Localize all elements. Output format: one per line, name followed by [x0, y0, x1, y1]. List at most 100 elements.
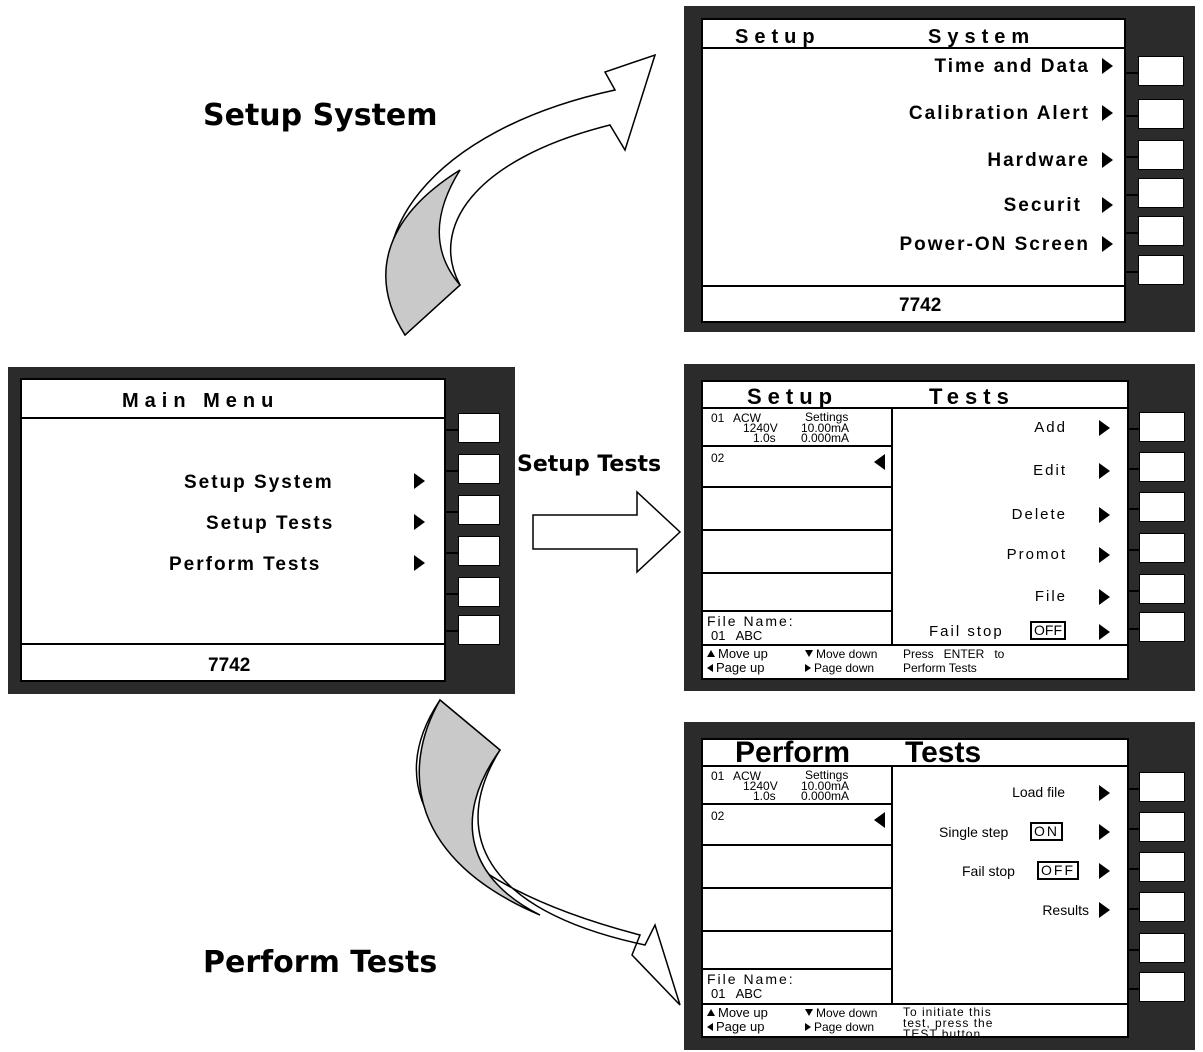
file-name-value: 01 ABC [711, 986, 763, 1001]
setup-system-title-right: System [928, 26, 1036, 48]
label-setup-system: Setup System [203, 98, 438, 133]
menu-item-setup-system[interactable]: Setup System [184, 472, 334, 494]
label-setup-tests: Setup Tests [517, 452, 662, 477]
softkey-2[interactable] [1138, 99, 1184, 129]
main-menu-screen: Main Menu Setup System Setup Tests Perfo… [20, 378, 446, 682]
softkey-5[interactable] [1138, 216, 1184, 246]
help-move-down: Move down [805, 648, 877, 660]
arrow-right-icon [414, 555, 425, 571]
arrow-right-icon [1102, 105, 1113, 121]
softkey-6[interactable] [1139, 612, 1185, 642]
file-name-value: 01 ABC [711, 628, 763, 643]
step2-num: 02 [711, 451, 725, 465]
help-page-up: Page up [707, 661, 764, 674]
single-step-label: Single step [939, 824, 1009, 840]
menu-item-load-file[interactable]: Load file [1012, 784, 1065, 800]
fail-stop-label: Fail stop [962, 863, 1015, 879]
help-line-1: Press ENTER to [903, 647, 1005, 661]
step2-num: 02 [711, 809, 725, 823]
arrow-right-icon [1102, 152, 1113, 168]
softkey-4[interactable] [1139, 533, 1185, 563]
softkey-4[interactable] [1139, 892, 1185, 922]
setup-tests-panel: Setup Tests 01 ACW Settings 1240V 10.00m… [684, 364, 1195, 691]
step1-low: 0.000mA [801, 789, 850, 803]
arrow-right-icon [1099, 902, 1110, 918]
menu-item-results[interactable]: Results [1042, 902, 1089, 918]
softkey-6[interactable] [1139, 972, 1185, 1002]
softkey-4[interactable] [1138, 178, 1184, 208]
softkey-1[interactable] [1139, 412, 1185, 442]
perform-tests-panel: Perform Tests 01 ACW Settings 1240V 10.0… [684, 722, 1195, 1050]
softkey-5[interactable] [458, 577, 500, 607]
softkey-6[interactable] [458, 615, 500, 645]
softkey-2[interactable] [1139, 452, 1185, 482]
arrow-right-icon [1099, 624, 1110, 640]
softkey-3[interactable] [1139, 852, 1185, 882]
single-step-toggle[interactable]: ON [1030, 822, 1063, 841]
fail-stop-toggle[interactable]: OFF [1030, 621, 1066, 640]
menu-item-add[interactable]: Add [1034, 419, 1067, 436]
menu-item-setup-tests[interactable]: Setup Tests [206, 513, 334, 535]
arrow-right-icon [1099, 785, 1110, 801]
arrow-right-icon [414, 514, 425, 530]
file-name-label: File Name: [707, 971, 795, 987]
step1-num: 01 [711, 411, 725, 425]
curved-arrow-perform-tests-shade [418, 698, 541, 916]
menu-item-perform-tests[interactable]: Perform Tests [169, 554, 321, 576]
menu-item-power-on-screen[interactable]: Power-ON Screen [900, 234, 1091, 256]
softkey-2[interactable] [1139, 812, 1185, 842]
block-arrow-setup-tests [532, 490, 682, 574]
softkey-1[interactable] [1139, 772, 1185, 802]
softkey-2[interactable] [458, 454, 500, 484]
arrow-right-icon [1102, 58, 1113, 74]
step1-low: 0.000mA [801, 431, 850, 445]
help-page-down: Page down [805, 1021, 874, 1033]
softkey-5[interactable] [1139, 574, 1185, 604]
step1-time: 1.0s [753, 431, 776, 445]
help-move-up: Move up [707, 647, 768, 660]
help-move-up: Move up [707, 1006, 768, 1019]
softkey-5[interactable] [1139, 933, 1185, 963]
menu-item-hardware[interactable]: Hardware [987, 150, 1090, 172]
arrow-right-icon [1099, 463, 1110, 479]
setup-system-title-left: Setup [735, 26, 821, 48]
arrow-right-icon [1102, 236, 1113, 252]
menu-item-promot[interactable]: Promot [1007, 546, 1067, 563]
arrow-right-icon [1099, 507, 1110, 523]
softkey-1[interactable] [1138, 56, 1184, 86]
arrow-right-icon [1099, 547, 1110, 563]
arrow-right-icon [1102, 197, 1113, 213]
setup-system-footer: 7742 [899, 295, 942, 316]
softkey-4[interactable] [458, 536, 500, 566]
menu-item-edit[interactable]: Edit [1033, 462, 1067, 479]
perform-tests-screen: Perform Tests 01 ACW Settings 1240V 10.0… [701, 736, 1129, 1041]
arrow-left-icon [874, 812, 885, 828]
softkey-3[interactable] [458, 495, 500, 525]
softkey-3[interactable] [1139, 492, 1185, 522]
arrow-right-icon [414, 473, 425, 489]
help-line-2: Perform Tests [903, 661, 977, 675]
help-page-down: Page down [805, 662, 874, 674]
menu-item-calibration-alert[interactable]: Calibration Alert [909, 103, 1090, 125]
menu-item-time-and-data[interactable]: Time and Data [934, 56, 1090, 78]
arrow-right-icon [1099, 589, 1110, 605]
menu-item-delete[interactable]: Delete [1012, 506, 1067, 523]
menu-item-securit[interactable]: Securit [1004, 195, 1082, 217]
softkey-6[interactable] [1138, 255, 1184, 285]
menu-item-file[interactable]: File [1035, 588, 1067, 605]
step1-time: 1.0s [753, 789, 776, 803]
setup-system-screen: Setup System Time and Data Calibration A… [701, 18, 1126, 323]
arrow-right-icon [1099, 824, 1110, 840]
arrow-right-icon [1099, 420, 1110, 436]
help-move-down: Move down [805, 1007, 877, 1019]
setup-system-panel: Setup System Time and Data Calibration A… [684, 6, 1195, 332]
label-perform-tests: Perform Tests [203, 945, 438, 980]
fail-stop-label: Fail stop [929, 623, 1004, 640]
help-line-3: TEST button [903, 1027, 982, 1041]
softkey-1[interactable] [458, 413, 500, 443]
file-name-label: File Name: [707, 613, 795, 629]
step1-num: 01 [711, 769, 725, 783]
arrow-right-icon [1099, 863, 1110, 879]
softkey-3[interactable] [1138, 140, 1184, 170]
fail-stop-toggle[interactable]: OFF [1037, 861, 1079, 880]
